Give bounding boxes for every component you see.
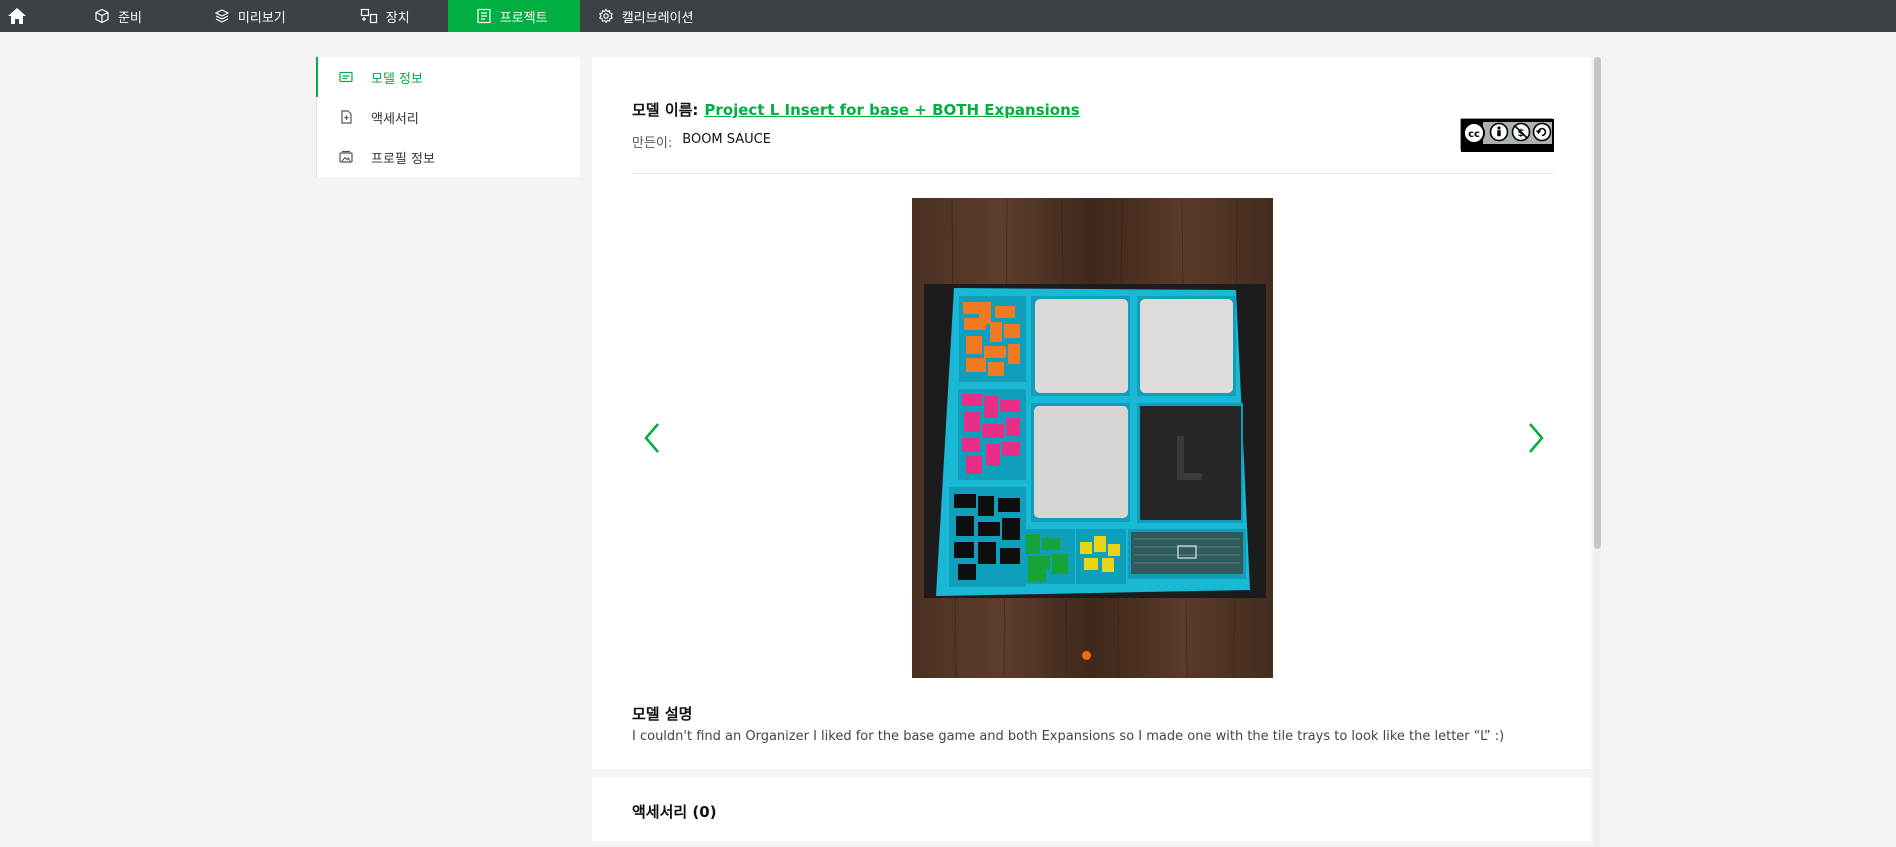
cc-by-nc-sa-icon[interactable]: cc $ [1460,118,1554,152]
tab-calibration[interactable]: 캘리브레이션 [580,0,712,32]
top-nav: 준비 미리보기 장치 프로젝트 캘리브레이션 [0,0,1896,32]
svg-text:cc: cc [1468,129,1480,140]
sidebar-item-model-info[interactable]: 모델 정보 [316,57,580,97]
device-icon [360,8,377,24]
model-photo [912,198,1273,678]
scrollbar-thumb[interactable] [1594,57,1601,549]
tab-project[interactable]: 프로젝트 [447,0,580,32]
chevron-left-icon[interactable] [640,420,664,456]
creator-name[interactable]: BOOM SAUCE [682,132,771,151]
side-menu: 모델 정보 액세서리 프로필 정보 [316,57,580,177]
home-button[interactable] [0,0,34,32]
tab-device[interactable]: 장치 [342,0,428,32]
tab-prepare[interactable]: 준비 [76,0,160,32]
accessories-heading: 액세서리 (0) [632,803,717,821]
model-info-icon [339,71,353,83]
sidebar-item-accessories[interactable]: 액세서리 [317,97,580,137]
sidebar-item-label: 액세서리 [371,111,419,127]
accessories-card: 액세서리 (0) [592,777,1591,841]
home-icon [8,8,26,24]
sidebar-item-profile[interactable]: 프로필 정보 [317,137,580,177]
project-icon [477,8,491,24]
model-info-card: 모델 이름: Project L Insert for base + BOTH … [592,57,1591,769]
model-name-row: 모델 이름: Project L Insert for base + BOTH … [632,99,1080,120]
tab-label: 미리보기 [237,10,286,26]
accessory-icon [341,110,352,124]
calibration-icon [598,8,613,24]
sidebar-item-label: 모델 정보 [371,71,423,87]
creator-row: 만든이: BOOM SAUCE [632,132,771,151]
model-name-link[interactable]: Project L Insert for base + BOTH Expansi… [704,101,1079,119]
chevron-right-icon[interactable] [1524,420,1548,456]
tab-label: 캘리브레이션 [621,10,694,26]
layers-icon [214,9,230,23]
description-text: I couldn't find an Organizer I liked for… [632,729,1505,744]
carousel-dot-active[interactable] [1082,651,1091,660]
tab-label: 프로젝트 [499,10,548,26]
tab-preview[interactable]: 미리보기 [196,0,304,32]
cube-icon [95,8,109,24]
header-divider [632,173,1553,174]
creator-label: 만든이: [632,136,673,151]
tab-label: 준비 [118,10,142,26]
sidebar-item-label: 프로필 정보 [371,151,435,167]
model-name-label: 모델 이름: [632,101,699,119]
tab-label: 장치 [385,10,410,26]
description-heading: 모델 설명 [632,705,693,723]
page-scrollbar[interactable] [1594,57,1601,847]
profile-icon [339,150,353,163]
